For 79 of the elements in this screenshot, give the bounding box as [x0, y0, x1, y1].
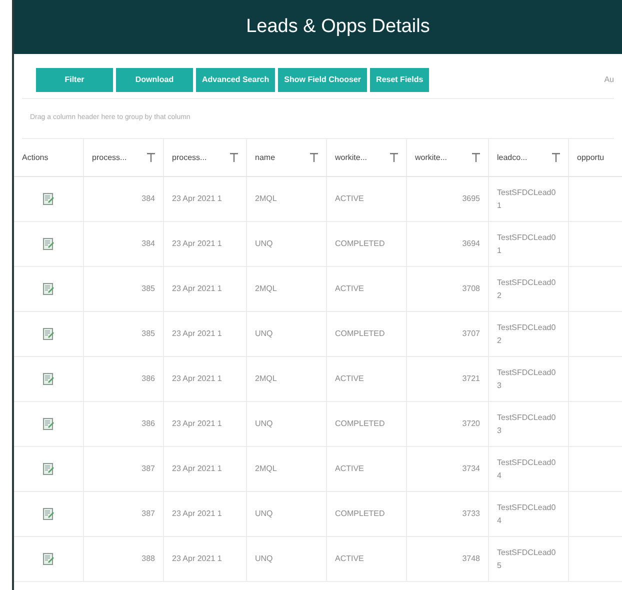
edit-icon[interactable] [43, 418, 54, 430]
table-cell: 387 [84, 447, 164, 491]
filter-icon[interactable] [230, 153, 238, 162]
table-cell: ACTIVE [327, 357, 407, 401]
table-cell: COMPLETED [327, 402, 407, 446]
edit-icon[interactable] [43, 508, 54, 520]
table-cell: 388 [84, 537, 164, 581]
table-cell: 23 Apr 2021 1 [164, 177, 247, 221]
edit-icon[interactable] [43, 283, 54, 295]
table-cell: 3733 [407, 492, 489, 536]
table-cell: 3748 [407, 537, 489, 581]
table-cell: ACTIVE [327, 177, 407, 221]
table-cell: 3708 [407, 267, 489, 311]
table-cell: 385 [84, 267, 164, 311]
table-cell: TestSFDCLead01 [489, 177, 569, 221]
table-cell: COMPLETED [327, 222, 407, 266]
table-cell: 2MQL [247, 357, 327, 401]
table-cell: 385 [84, 312, 164, 356]
table-cell: COMPLETED [327, 492, 407, 536]
table-cell: TestSFDCLead04 [489, 447, 569, 491]
table-cell: 2MQL [247, 267, 327, 311]
column-header[interactable]: leadco... [489, 139, 569, 176]
filter-icon[interactable] [310, 153, 318, 162]
table-cell: 23 Apr 2021 1 [164, 312, 247, 356]
auto-label: Au [604, 74, 614, 86]
table-cell: UNQ [247, 402, 327, 446]
column-header[interactable]: Actions [14, 139, 84, 176]
table-cell: 384 [84, 222, 164, 266]
column-header[interactable]: name [247, 139, 327, 176]
table-cell: 23 Apr 2021 1 [164, 447, 247, 491]
table-cell: UNQ [247, 537, 327, 581]
table-cell: UNQ [247, 222, 327, 266]
edit-icon[interactable] [43, 463, 54, 475]
table-cell: 386 [84, 357, 164, 401]
table-cell: 3694 [407, 222, 489, 266]
table-cell: TestSFDCLead02 [489, 312, 569, 356]
column-header[interactable]: opportu [569, 139, 622, 176]
table-cell: TestSFDCLead02 [489, 267, 569, 311]
table-cell: 3707 [407, 312, 489, 356]
table-cell: 3720 [407, 402, 489, 446]
edit-icon[interactable] [43, 328, 54, 340]
table-cell: UNQ [247, 312, 327, 356]
table-cell: COMPLETED [327, 312, 407, 356]
table-cell: 23 Apr 2021 1 [164, 267, 247, 311]
edit-icon[interactable] [43, 553, 54, 565]
table-cell: 23 Apr 2021 1 [164, 357, 247, 401]
table-cell: 384 [84, 177, 164, 221]
column-header[interactable]: process... [84, 139, 164, 176]
edit-icon[interactable] [43, 373, 54, 385]
table-cell: TestSFDCLead05 [489, 537, 569, 581]
table-cell: 23 Apr 2021 1 [164, 537, 247, 581]
filter-icon[interactable] [390, 153, 398, 162]
table-cell: 386 [84, 402, 164, 446]
filter-icon[interactable] [552, 153, 560, 162]
column-header[interactable]: process... [164, 139, 247, 176]
table-cell: 3734 [407, 447, 489, 491]
table-cell: TestSFDCLead03 [489, 402, 569, 446]
column-header[interactable]: workite... [327, 139, 407, 176]
table-cell: 23 Apr 2021 1 [164, 222, 247, 266]
table-cell: ACTIVE [327, 267, 407, 311]
table-cell: 3721 [407, 357, 489, 401]
edit-icon[interactable] [43, 238, 54, 250]
table-cell: 387 [84, 492, 164, 536]
filter-icon[interactable] [472, 153, 480, 162]
table-cell: 3695 [407, 177, 489, 221]
table-cell: ACTIVE [327, 447, 407, 491]
edit-icon[interactable] [43, 193, 54, 205]
page-title: Leads & Opps Details [246, 14, 430, 39]
table-cell: ACTIVE [327, 537, 407, 581]
table-cell: 23 Apr 2021 1 [164, 402, 247, 446]
filter-icon[interactable] [147, 153, 155, 162]
column-header[interactable]: workite... [407, 139, 489, 176]
table-cell: TestSFDCLead01 [489, 222, 569, 266]
table-cell: 2MQL [247, 447, 327, 491]
table-cell: UNQ [247, 492, 327, 536]
table-cell: TestSFDCLead03 [489, 357, 569, 401]
table-cell: TestSFDCLead04 [489, 492, 569, 536]
table-cell: 2MQL [247, 177, 327, 221]
table-cell: 23 Apr 2021 1 [164, 492, 247, 536]
